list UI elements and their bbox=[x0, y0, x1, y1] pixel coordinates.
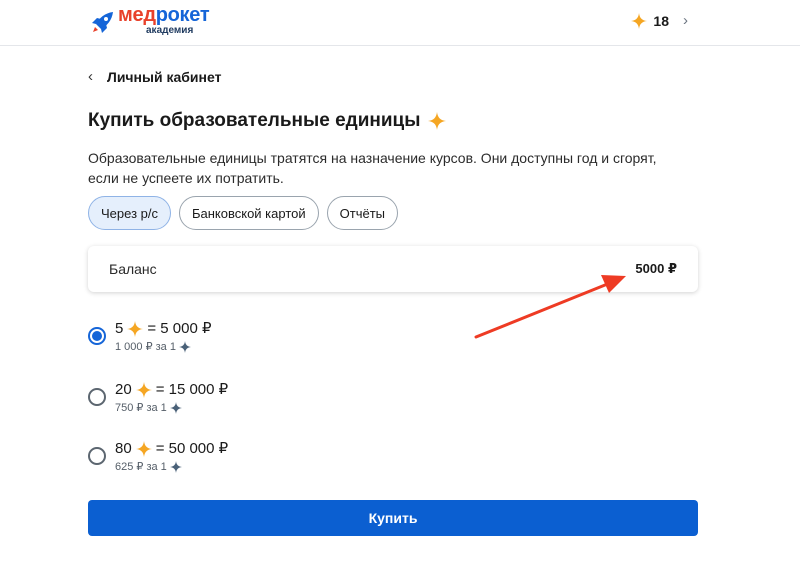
package-unit-price: 625 ₽ за 1 bbox=[115, 461, 167, 473]
top-bar: медрокет академия 18 › bbox=[0, 0, 800, 46]
back-link[interactable]: ‹ Личный кабинет bbox=[88, 68, 221, 85]
rocket-icon bbox=[92, 12, 113, 33]
package-unit-price: 1 000 ₽ за 1 bbox=[115, 341, 176, 353]
star-icon bbox=[127, 321, 144, 337]
balance-label: Баланс bbox=[109, 261, 157, 277]
star-icon bbox=[135, 382, 152, 398]
brand-name: медрокет bbox=[118, 4, 210, 26]
package-count: 20 bbox=[115, 381, 132, 398]
star-icon bbox=[135, 441, 152, 457]
package-price: = 50 000 ₽ bbox=[155, 440, 229, 457]
brand-logo[interactable]: медрокет академия bbox=[90, 4, 210, 39]
page-description: Образовательные единицы тратятся на назн… bbox=[88, 150, 657, 186]
header-units-balance[interactable]: 18 › bbox=[631, 12, 688, 29]
package-price: = 5 000 ₽ bbox=[147, 320, 212, 337]
package-count: 5 bbox=[115, 320, 124, 337]
tab-bank-card[interactable]: Банковской картой bbox=[178, 196, 319, 230]
buy-button[interactable]: Купить bbox=[88, 500, 698, 536]
unit-star-icon bbox=[169, 460, 182, 473]
page-title-row: Купить образовательные единицы bbox=[88, 110, 447, 132]
package-unit-price: 750 ₽ за 1 bbox=[115, 402, 167, 414]
back-link-label: Личный кабинет bbox=[107, 68, 222, 85]
balance-amount: 5000 ₽ bbox=[635, 261, 677, 276]
package-price: = 15 000 ₽ bbox=[155, 381, 229, 398]
radio-button-selected[interactable] bbox=[88, 327, 106, 345]
star-icon bbox=[631, 12, 648, 29]
chevron-right-icon: › bbox=[683, 12, 688, 29]
package-count: 80 bbox=[115, 440, 132, 457]
chevron-left-icon: ‹ bbox=[88, 68, 93, 85]
payment-tabs: Через р/с Банковской картой Отчёты bbox=[88, 196, 399, 230]
unit-star-icon bbox=[169, 401, 182, 414]
package-option[interactable]: 20 = 15 000 ₽ 750 ₽ за 1 bbox=[88, 381, 388, 414]
header-units-count: 18 bbox=[653, 12, 669, 29]
unit-star-icon bbox=[178, 340, 191, 353]
page-title: Купить образовательные единицы bbox=[88, 110, 421, 131]
balance-card: Баланс 5000 ₽ bbox=[88, 246, 698, 292]
radio-button[interactable] bbox=[88, 388, 106, 406]
package-option[interactable]: 5 = 5 000 ₽ 1 000 ₽ за 1 bbox=[88, 320, 388, 353]
tab-bank-transfer[interactable]: Через р/с bbox=[88, 196, 171, 230]
package-option[interactable]: 80 = 50 000 ₽ 625 ₽ за 1 bbox=[88, 440, 388, 473]
tab-reports[interactable]: Отчёты bbox=[326, 196, 399, 230]
star-icon bbox=[428, 112, 447, 130]
brand-subtitle: академия bbox=[146, 25, 194, 36]
radio-button[interactable] bbox=[88, 447, 106, 465]
